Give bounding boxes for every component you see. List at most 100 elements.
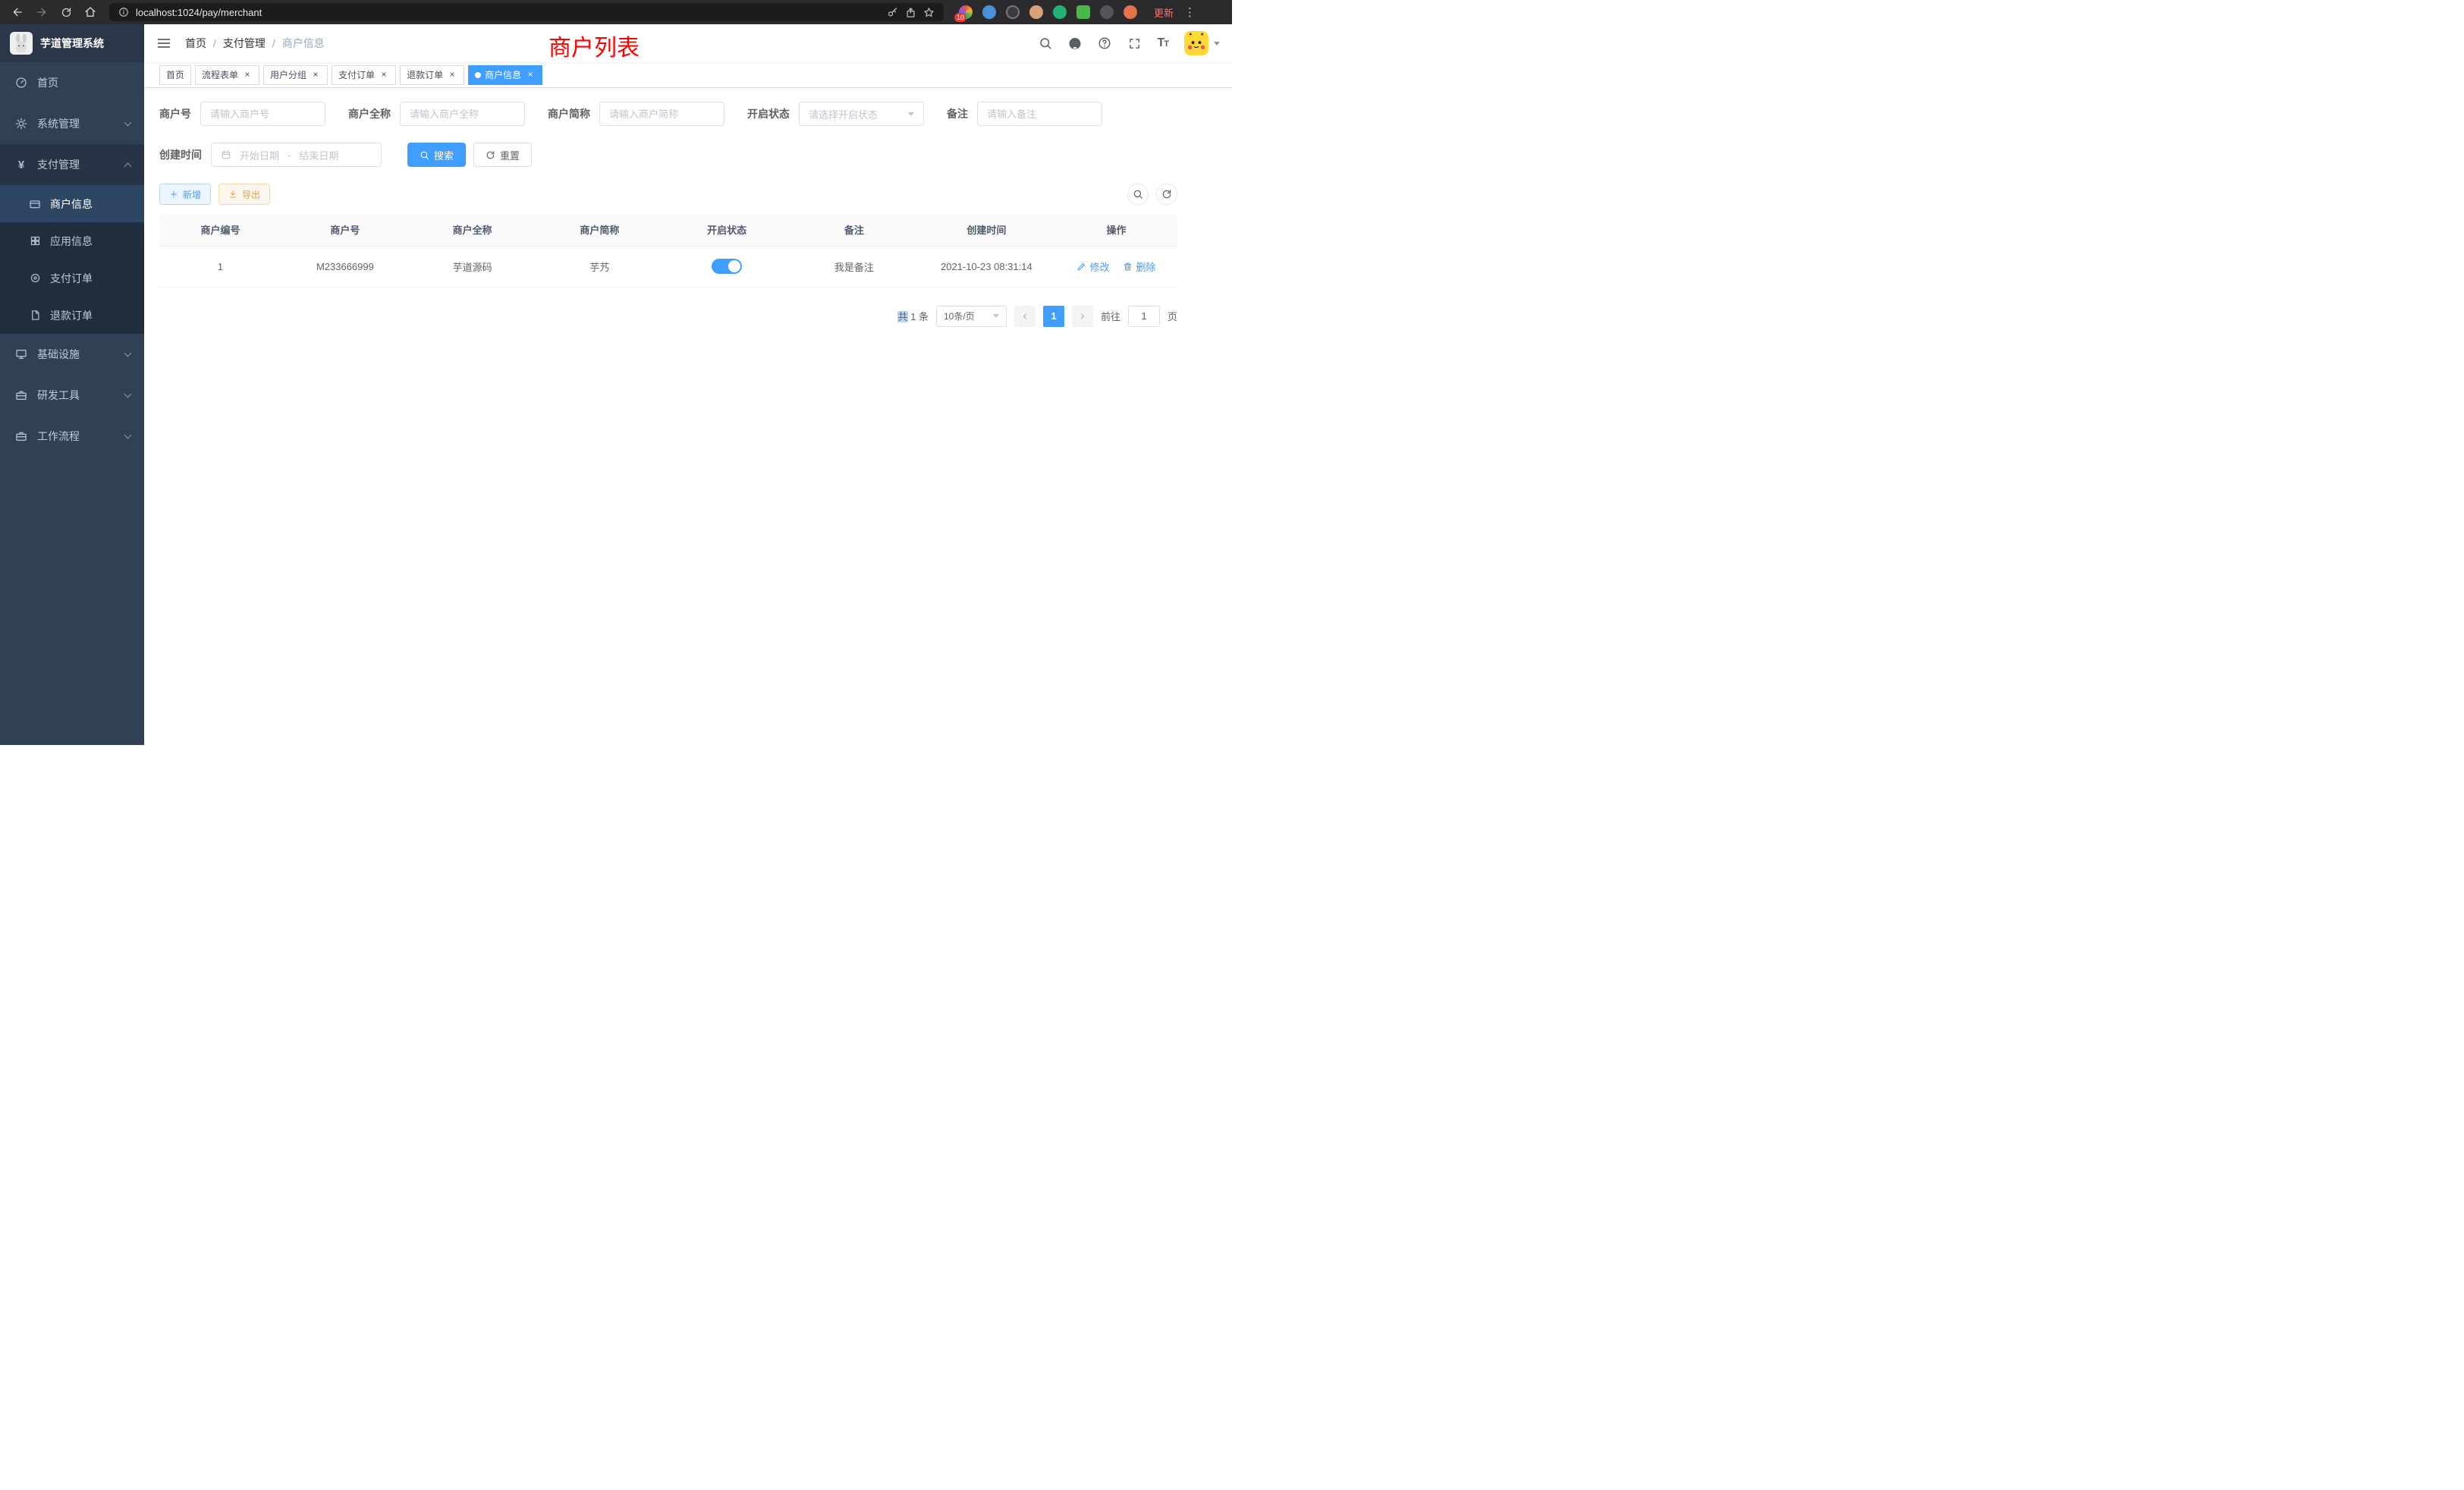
tab-home[interactable]: 首页	[159, 65, 191, 85]
chevron-down-icon	[124, 118, 132, 126]
cell-merchant-name: 芋道源码	[409, 246, 536, 287]
sidebar-item-home[interactable]: 首页	[0, 62, 144, 103]
extension-green-check-icon[interactable]	[1053, 5, 1067, 19]
breadcrumb-home[interactable]: 首页	[185, 36, 206, 51]
filter-status: 开启状态 请选择开启状态	[747, 102, 924, 126]
extension-pinwheel-icon[interactable]	[1100, 5, 1114, 19]
password-key-icon[interactable]	[887, 7, 898, 18]
forward-icon[interactable]	[32, 2, 52, 22]
cell-status	[663, 246, 790, 287]
toggle-search-button[interactable]	[1127, 184, 1149, 205]
help-icon[interactable]	[1098, 36, 1111, 50]
close-icon[interactable]	[525, 70, 536, 80]
total-count: 共 1 条	[897, 309, 928, 323]
filter-short-name: 商户简称	[548, 102, 724, 126]
col-status: 开启状态	[663, 214, 790, 246]
remark-input[interactable]	[977, 102, 1102, 126]
sidebar-item-merchant-info[interactable]: 商户信息	[0, 185, 144, 222]
site-info-icon[interactable]	[118, 7, 129, 17]
tab-refund-order[interactable]: 退款订单	[400, 65, 464, 85]
close-icon[interactable]	[447, 70, 457, 80]
short-name-input[interactable]	[599, 102, 724, 126]
close-icon[interactable]	[379, 70, 389, 80]
close-icon[interactable]	[242, 70, 253, 80]
tab-process-form[interactable]: 流程表单	[195, 65, 259, 85]
share-icon[interactable]	[905, 7, 916, 18]
sidebar-item-refund-order[interactable]: 退款订单	[0, 297, 144, 334]
page-1-button[interactable]: 1	[1043, 306, 1064, 327]
avatar[interactable]	[1184, 31, 1208, 55]
page-size-select[interactable]: 10条/页	[936, 306, 1007, 327]
col-actions: 操作	[1055, 214, 1177, 246]
bookmark-star-icon[interactable]	[923, 7, 935, 18]
back-icon[interactable]	[8, 2, 27, 22]
add-button[interactable]: 新增	[159, 184, 211, 205]
close-icon[interactable]	[310, 70, 321, 80]
sidebar-item-infrastructure[interactable]: 基础设施	[0, 334, 144, 375]
col-create-time: 创建时间	[918, 214, 1055, 246]
sidebar-item-system[interactable]: 系统管理	[0, 103, 144, 144]
goto-page-input[interactable]	[1128, 306, 1160, 327]
filter-row-2: 创建时间 开始日期 - 结束日期 搜索	[159, 143, 1177, 167]
chevron-right-icon	[1078, 312, 1087, 321]
breadcrumb-payment[interactable]: 支付管理	[223, 36, 266, 51]
next-page-button[interactable]	[1072, 306, 1093, 327]
export-button[interactable]: 导出	[218, 184, 270, 205]
extension-dark-globe-icon[interactable]	[1006, 5, 1020, 19]
address-bar[interactable]: localhost:1024/pay/merchant	[109, 3, 944, 21]
chevron-down-icon	[124, 390, 132, 398]
cell-merchant-id: 1	[159, 246, 281, 287]
refresh-icon	[486, 150, 495, 160]
table-toolbar: 新增 导出	[159, 184, 1177, 205]
fullscreen-icon[interactable]	[1127, 36, 1141, 50]
search-icon[interactable]	[1039, 36, 1052, 50]
filter-remark: 备注	[947, 102, 1102, 126]
app-title: 芋道管理系统	[40, 36, 104, 51]
font-size-icon[interactable]	[1157, 36, 1168, 50]
extension-palette-icon[interactable]: 10	[959, 5, 973, 19]
hamburger-icon[interactable]	[156, 36, 171, 51]
date-range-picker[interactable]: 开始日期 - 结束日期	[211, 143, 382, 167]
start-date-placeholder: 开始日期	[240, 148, 279, 162]
top-navbar: 首页 支付管理 商户信息	[144, 24, 1232, 62]
tab-merchant-info[interactable]: 商户信息	[468, 65, 542, 85]
extension-avatar-icon[interactable]	[1029, 5, 1043, 19]
refresh-table-button[interactable]	[1156, 184, 1177, 205]
reload-icon[interactable]	[56, 2, 76, 22]
calendar-icon	[221, 149, 231, 160]
navbar-actions	[1039, 31, 1220, 55]
document-icon	[29, 310, 41, 322]
delete-button[interactable]: 删除	[1123, 259, 1155, 274]
sidebar-item-pay-order[interactable]: 支付订单	[0, 259, 144, 297]
home-icon[interactable]	[80, 2, 100, 22]
browser-menu-icon[interactable]	[1184, 5, 1195, 19]
extension-green-square-icon[interactable]	[1076, 5, 1090, 19]
extension-orange-avatar-icon[interactable]	[1124, 5, 1137, 19]
tab-user-group[interactable]: 用户分组	[263, 65, 328, 85]
cell-short-name: 芋艿	[536, 246, 664, 287]
sidebar-item-payment[interactable]: ¥ 支付管理	[0, 144, 144, 185]
url-text[interactable]: localhost:1024/pay/merchant	[136, 7, 880, 18]
search-button[interactable]: 搜索	[407, 143, 466, 167]
reset-button[interactable]: 重置	[473, 143, 532, 167]
github-icon[interactable]	[1068, 36, 1082, 50]
tab-pay-order[interactable]: 支付订单	[332, 65, 396, 85]
sidebar-item-app-info[interactable]: 应用信息	[0, 222, 144, 259]
sidebar-item-dev-tools[interactable]: 研发工具	[0, 375, 144, 416]
sidebar-item-workflow[interactable]: 工作流程	[0, 416, 144, 457]
extension-blue-icon[interactable]	[982, 5, 996, 19]
extension-badge: 10	[954, 13, 966, 22]
status-toggle[interactable]	[712, 259, 742, 274]
filter-merchant-name: 商户全称	[348, 102, 525, 126]
merchant-name-input[interactable]	[400, 102, 525, 126]
merchant-no-input[interactable]	[200, 102, 325, 126]
toolbar-right	[1127, 184, 1177, 205]
edit-button[interactable]: 修改	[1076, 259, 1109, 274]
sidebar-logo[interactable]: 芋道管理系统	[0, 24, 144, 62]
chevron-down-icon	[124, 349, 132, 357]
status-select[interactable]: 请选择开启状态	[799, 102, 924, 126]
prev-page-button[interactable]	[1014, 306, 1036, 327]
user-menu[interactable]	[1184, 31, 1220, 55]
update-button[interactable]: 更新	[1154, 5, 1174, 20]
search-icon	[1133, 189, 1143, 200]
